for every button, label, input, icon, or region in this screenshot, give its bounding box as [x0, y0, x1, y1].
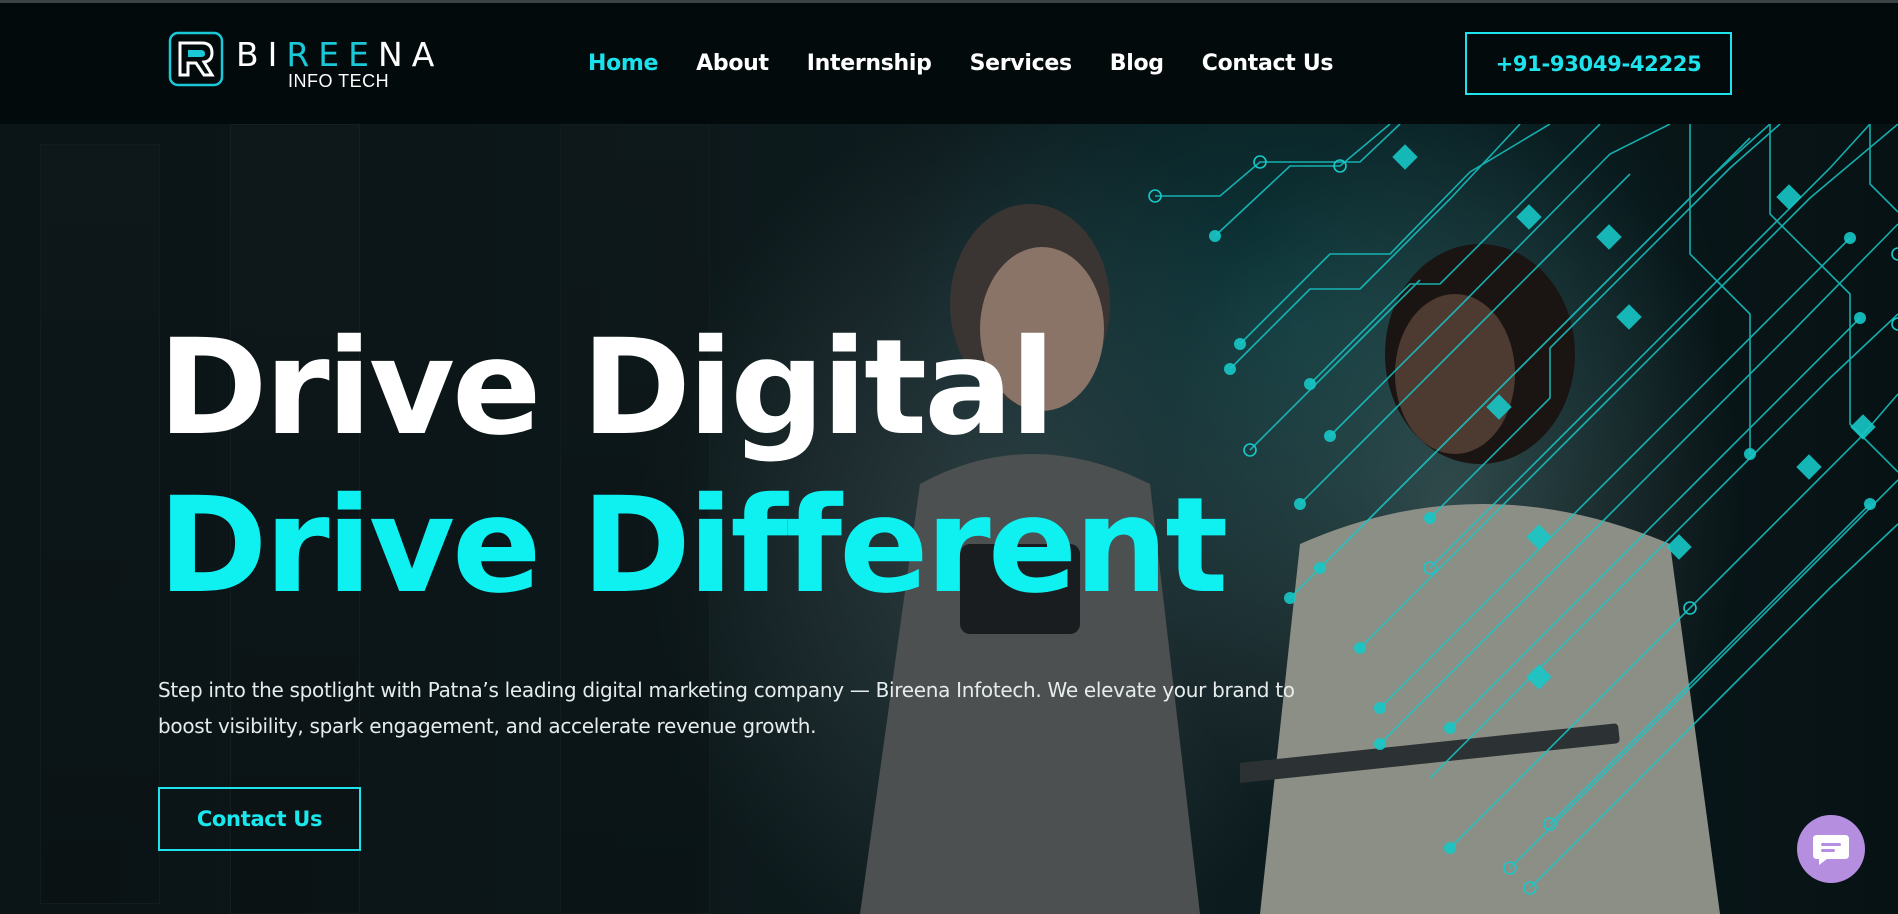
main-nav: Home About Internship Services Blog Cont…: [588, 51, 1371, 76]
site-logo[interactable]: BIREENA INFO TECH: [168, 31, 446, 91]
contact-us-button[interactable]: Contact Us: [158, 787, 361, 851]
hero-headline-line2: Drive Different: [158, 469, 1228, 623]
nav-home[interactable]: Home: [588, 51, 658, 76]
nav-contact-us[interactable]: Contact Us: [1202, 51, 1334, 76]
hero-description: Step into the spotlight with Patna’s lea…: [158, 678, 1295, 738]
chat-widget-button[interactable]: [1797, 815, 1865, 883]
hero-headline-line1: Drive Digital: [158, 311, 1055, 465]
bireena-logo-icon: [168, 31, 224, 87]
chat-bubble-icon: [1813, 835, 1849, 865]
nav-about[interactable]: About: [696, 51, 769, 76]
nav-services[interactable]: Services: [970, 51, 1072, 76]
nav-internship[interactable]: Internship: [807, 51, 932, 76]
brand-tagline: INFO TECH: [288, 71, 390, 91]
phone-button[interactable]: +91-93049-42225: [1465, 32, 1732, 95]
site-header: BIREENA INFO TECH Home About Internship …: [0, 3, 1898, 124]
brand-wordmark: BIREENA INFO TECH: [236, 31, 446, 91]
nav-blog[interactable]: Blog: [1110, 51, 1164, 76]
brand-name: BIREENA: [236, 35, 444, 74]
background-server-rack: [40, 144, 160, 904]
circuit-pattern-graphic: [1148, 124, 1898, 895]
hero-section: Drive Digital Drive Different Step into …: [0, 124, 1898, 914]
